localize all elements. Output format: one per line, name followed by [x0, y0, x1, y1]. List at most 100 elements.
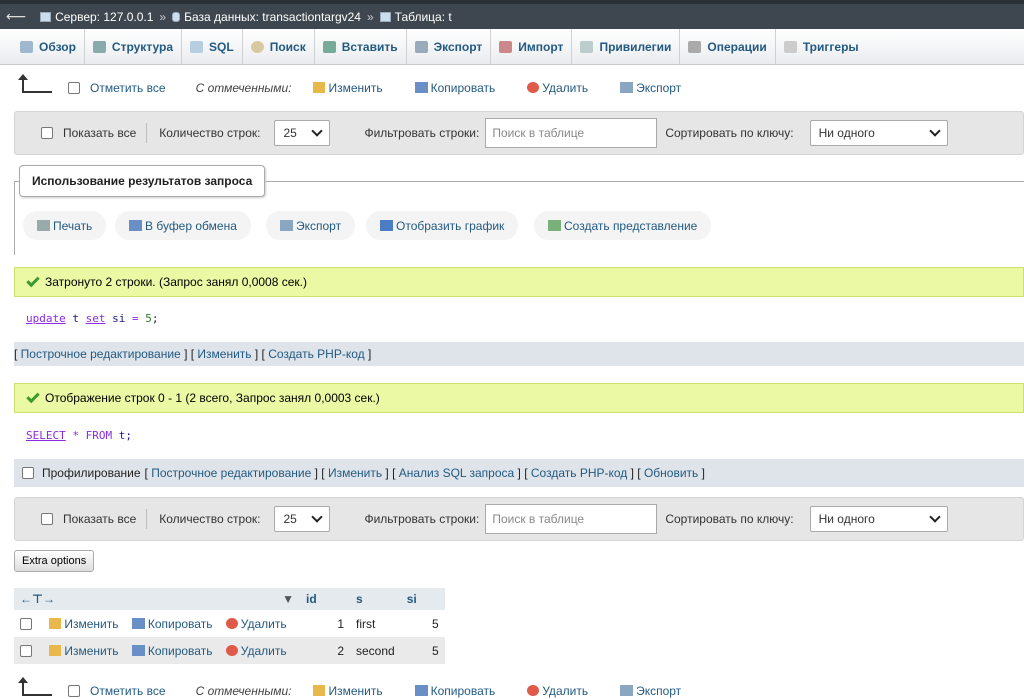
view-icon — [548, 220, 561, 231]
sql-table: t — [72, 311, 79, 325]
profiling-label[interactable]: Профилирование — [42, 466, 141, 480]
sort-key-select[interactable]: Ни одного — [809, 506, 948, 532]
filter-rows-input[interactable]: Поиск в таблице — [485, 118, 658, 148]
pencil-icon — [49, 617, 62, 629]
sort-key-label: Сортировать по ключу: — [665, 512, 794, 526]
privileges-icon — [580, 40, 594, 53]
delete-icon — [225, 617, 238, 629]
sql-keyword: SELECT — [26, 428, 66, 442]
sql-query-update[interactable]: update t set si = 5; — [14, 298, 1024, 338]
cell-id[interactable]: 2 — [300, 637, 350, 664]
sql-keyword: update — [26, 311, 66, 325]
arrow-up-icon — [18, 74, 52, 93]
table-row: Изменить Копировать Удалить 2 second 5 — [14, 637, 445, 664]
column-arrows-icon: ←⊤→ — [20, 592, 55, 606]
cell-si[interactable]: 5 — [400, 610, 445, 637]
inline-edit-link[interactable]: Построчное редактирование — [151, 466, 311, 480]
database-icon — [172, 11, 181, 22]
show-all-checkbox[interactable] — [41, 513, 53, 525]
bulk-edit-button[interactable]: Изменить — [313, 81, 383, 95]
display-chart-button[interactable]: Отобразить график — [366, 211, 519, 240]
cell-s[interactable]: second — [350, 637, 401, 664]
table-navigation-top: Показать все Количество строк: 25 Фильтр… — [14, 111, 1024, 155]
edit-link[interactable]: Изменить — [328, 466, 382, 480]
tab-export[interactable]: Экспорт — [407, 28, 492, 65]
tab-structure[interactable]: Структура — [85, 28, 183, 65]
row-edit-button[interactable]: Изменить — [49, 644, 118, 658]
chevron-down-icon — [928, 125, 941, 137]
filter-rows-input[interactable]: Поиск в таблице — [485, 504, 658, 534]
row-checkbox[interactable] — [20, 645, 32, 658]
bulk-delete-button[interactable]: Удалить — [527, 81, 588, 95]
cell-si[interactable]: 5 — [400, 637, 445, 664]
column-header-si[interactable]: si — [400, 588, 445, 610]
bulk-export-button[interactable]: Экспорт — [620, 684, 681, 698]
inline-edit-link[interactable]: Построчное редактирование — [21, 347, 181, 361]
tab-search[interactable]: Поиск — [243, 28, 315, 65]
check-all-checkbox[interactable] — [68, 685, 80, 697]
cell-s[interactable]: first — [350, 610, 401, 637]
copy-icon — [414, 82, 428, 93]
breadcrumb-database[interactable]: База данных: transactiontargv24 — [172, 10, 361, 24]
tab-import[interactable]: Импорт — [491, 28, 573, 65]
row-delete-button[interactable]: Удалить — [225, 617, 287, 631]
sort-key-select[interactable]: Ни одного — [809, 120, 948, 146]
check-all-checkbox[interactable] — [68, 82, 80, 94]
checkmark-icon — [26, 273, 40, 287]
create-php-code-link[interactable]: Создать PHP-код — [531, 466, 627, 480]
extra-options-button[interactable]: Extra options — [14, 550, 95, 572]
check-all-link[interactable]: Отметить все — [90, 684, 166, 698]
row-checkbox[interactable] — [20, 618, 32, 631]
rows-count-select[interactable]: 25 — [274, 506, 331, 532]
bulk-copy-button[interactable]: Копировать — [414, 684, 495, 698]
tab-insert[interactable]: Вставить — [315, 28, 407, 65]
browse-icon — [20, 40, 33, 53]
tab-sql[interactable]: SQL — [182, 28, 243, 65]
tab-triggers[interactable]: Триггеры — [776, 29, 867, 65]
bulk-copy-button[interactable]: Копировать — [414, 81, 495, 95]
sql-operator: = — [132, 311, 139, 325]
pencil-icon — [313, 685, 326, 696]
edit-link[interactable]: Изменить — [197, 347, 251, 361]
row-delete-button[interactable]: Удалить — [225, 644, 287, 658]
column-header-s[interactable]: s — [350, 588, 401, 610]
sort-triangle-icon[interactable]: ▼ — [282, 592, 294, 606]
breadcrumb-server[interactable]: Сервер: 127.0.0.1 — [40, 10, 153, 24]
copy-to-clipboard-button[interactable]: В буфер обмена — [115, 211, 251, 240]
cell-id[interactable]: 1 — [300, 610, 350, 637]
sql-links-select: Профилирование [ Построчное редактирован… — [14, 459, 1024, 487]
back-arrow-icon[interactable]: ⟵ — [6, 8, 26, 25]
tab-operations[interactable]: Операции — [680, 28, 776, 65]
breadcrumb-table[interactable]: Таблица: t — [379, 10, 452, 24]
profiling-checkbox[interactable] — [22, 467, 34, 479]
row-copy-button[interactable]: Копировать — [131, 644, 212, 658]
show-all-checkbox[interactable] — [41, 127, 53, 139]
row-copy-button[interactable]: Копировать — [131, 617, 212, 631]
clipboard-icon — [129, 220, 142, 231]
analyze-sql-link[interactable]: Анализ SQL запроса — [399, 466, 514, 480]
structure-icon — [92, 40, 106, 53]
bulk-export-button[interactable]: Экспорт — [620, 81, 681, 95]
column-resize-header[interactable]: ←⊤→ ▼ — [14, 588, 300, 610]
tab-browse[interactable]: Обзор — [12, 28, 85, 65]
bulk-delete-button[interactable]: Удалить — [527, 684, 588, 698]
show-all-label[interactable]: Показать все — [63, 126, 136, 140]
refresh-link[interactable]: Обновить — [644, 466, 698, 480]
show-all-label[interactable]: Показать все — [63, 512, 136, 526]
row-edit-button[interactable]: Изменить — [49, 617, 118, 631]
delete-icon — [527, 82, 540, 93]
bulk-edit-button[interactable]: Изменить — [313, 684, 383, 698]
column-header-id[interactable]: id — [300, 588, 350, 610]
sql-query-select[interactable]: SELECT * FROM t; — [14, 415, 1024, 455]
print-button[interactable]: Печать — [23, 211, 107, 240]
create-view-button[interactable]: Создать представление — [534, 211, 712, 240]
checkmark-icon — [26, 389, 40, 403]
server-icon — [40, 11, 52, 22]
export-results-button[interactable]: Экспорт — [266, 211, 356, 240]
rows-count-select[interactable]: 25 — [274, 120, 331, 146]
check-all-link[interactable]: Отметить все — [90, 81, 166, 95]
wrench-icon — [688, 40, 702, 53]
create-php-code-link[interactable]: Создать PHP-код — [268, 347, 364, 361]
breadcrumb-separator: » — [159, 9, 167, 24]
tab-privileges[interactable]: Привилегии — [572, 28, 681, 65]
